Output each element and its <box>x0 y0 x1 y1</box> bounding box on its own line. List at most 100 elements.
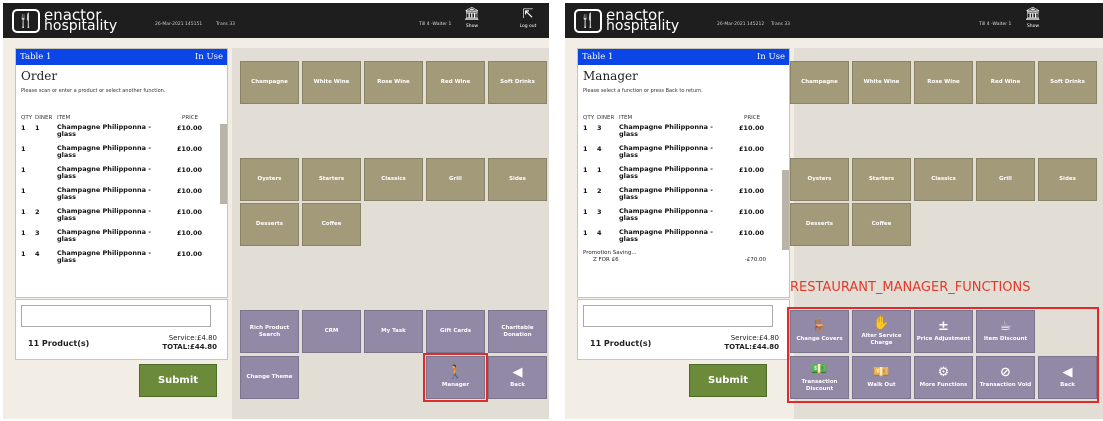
scan-input[interactable] <box>583 305 773 327</box>
totals-card: 11 Product(s) Service:£4.80 TOTAL:£44.80 <box>15 299 228 360</box>
list-item[interactable]: 1 2 Champagne Philipponna - glass £10.00 <box>16 208 227 229</box>
starters-button[interactable]: Starters <box>302 158 361 201</box>
gift-cards-button[interactable]: Gift Cards <box>426 310 485 353</box>
submit-button[interactable]: Submit <box>139 364 217 397</box>
list-item[interactable]: 1 4 Champagne Philipponna - glass £10.00 <box>16 250 227 271</box>
date-time: 26-Mar-2021 145212 <box>717 22 765 27</box>
list-item[interactable]: 1 Champagne Philipponna - glass £10.00 <box>16 166 227 187</box>
service-charge: Service:£4.80 <box>730 334 779 342</box>
coffee-button[interactable]: Coffee <box>302 203 361 246</box>
list-item[interactable]: 1 4 Champagne Philipponna - glass £10.00 <box>578 229 789 250</box>
list-item[interactable]: 1 Champagne Philipponna - glass £10.00 <box>16 187 227 208</box>
screenshot-root: 🍴 enactor hospitality 26-Mar-2021 145151… <box>0 0 1103 421</box>
date-time: 26-Mar-2021 145151 <box>155 22 203 27</box>
promotion-line: Promotion Saving... <box>578 250 789 257</box>
list-item[interactable]: 1 2 Champagne Philipponna - glass £10.00 <box>578 187 789 208</box>
highlight-manager-functions <box>787 307 1099 403</box>
oysters-button[interactable]: Oysters <box>790 158 849 201</box>
button-grid: Champagne White Wine Rose Wine Red Wine Soft… <box>787 48 1103 419</box>
list-item[interactable]: 1 3 Champagne Philipponna - glass £10.00 <box>16 229 227 250</box>
promo-value: -£70.00 <box>744 257 766 263</box>
submit-button[interactable]: Submit <box>689 364 767 397</box>
trans-number: Trans 33 <box>771 22 791 27</box>
restaurant-logo-icon: 🍴 <box>574 8 602 33</box>
list-item[interactable]: 1 3 Champagne Philipponna - glass £10.00 <box>578 208 789 229</box>
champagne-button[interactable]: Champagne <box>790 61 849 104</box>
red-wine-button[interactable]: Red Wine <box>976 61 1035 104</box>
list-item[interactable]: 1 1 Champagne Philipponna - glass £10.00 <box>578 166 789 187</box>
list-item[interactable]: 1 3 Champagne Philipponna - glass £10.00 <box>578 124 789 145</box>
promotion-line: Z FOR £6 -£70.00 <box>578 257 789 264</box>
soft-drinks-button[interactable]: Soft Drinks <box>1038 61 1097 104</box>
white-wine-button[interactable]: White Wine <box>302 61 361 104</box>
table-name: Table 1 <box>582 52 614 62</box>
back-arrow-icon: ◀ <box>512 365 523 380</box>
totals: Service:£4.80 TOTAL:£44.80 <box>162 334 217 352</box>
top-bar: 🍴 enactor hospitality 26-Mar-2021 145212… <box>565 3 1103 38</box>
show-button[interactable]: 🏛 Show <box>1022 7 1044 35</box>
prompt-message: Please scan or enter a product or select… <box>21 88 166 94</box>
soft-drinks-button[interactable]: Soft Drinks <box>488 61 547 104</box>
red-wine-button[interactable]: Red Wine <box>426 61 485 104</box>
brand-sub: hospitality <box>606 17 680 34</box>
brand-logo: 🍴 enactor hospitality <box>574 7 680 34</box>
table-header: Table 1 In Use <box>16 49 227 65</box>
order-card: Table 1 In Use Order Please scan or ente… <box>15 48 228 298</box>
grill-button[interactable]: Grill <box>426 158 485 201</box>
desserts-button[interactable]: Desserts <box>790 203 849 246</box>
classics-button[interactable]: Classics <box>364 158 423 201</box>
restaurant-logo-icon: 🍴 <box>12 8 40 33</box>
register-icon: 🏛 <box>463 7 481 22</box>
top-bar: 🍴 enactor hospitality 26-Mar-2021 145151… <box>3 3 549 38</box>
back-button[interactable]: ◀ Back <box>488 356 547 399</box>
change-theme-button[interactable]: Change Theme <box>240 356 299 399</box>
section-label: RESTAURANT_MANAGER_FUNCTIONS <box>790 280 1031 295</box>
rich-product-search-button[interactable]: Rich Product Search <box>240 310 299 353</box>
champagne-button[interactable]: Champagne <box>240 61 299 104</box>
totals: Service:£4.80 TOTAL:£44.80 <box>724 334 779 352</box>
total-amount: TOTAL:£44.80 <box>724 343 779 351</box>
desserts-button[interactable]: Desserts <box>240 203 299 246</box>
starters-button[interactable]: Starters <box>852 158 911 201</box>
sides-button[interactable]: Sides <box>1038 158 1097 201</box>
logout-icon: ⇱ <box>522 7 534 22</box>
brand-logo: 🍴 enactor hospitality <box>12 7 118 34</box>
classics-button[interactable]: Classics <box>914 158 973 201</box>
charitable-donation-button[interactable]: Charitable Donation <box>488 310 547 353</box>
list-scrollbar[interactable] <box>220 124 227 204</box>
order-card: Table 1 In Use Manager Please select a f… <box>577 48 790 298</box>
rose-wine-button[interactable]: Rose Wine <box>914 61 973 104</box>
totals-card: 11 Product(s) Service:£4.80 TOTAL:£44.80 <box>577 299 790 360</box>
my-task-button[interactable]: My Task <box>364 310 423 353</box>
prompt-message: Please select a function or press Back t… <box>583 88 703 94</box>
service-charge: Service:£4.80 <box>168 334 217 342</box>
table-status: In Use <box>756 52 785 62</box>
till-user: Till 4 -Waiter 1 <box>419 22 452 27</box>
white-wine-button[interactable]: White Wine <box>852 61 911 104</box>
product-count: 11 Product(s) <box>28 339 90 348</box>
list-header: QTY DINER ITEM PRICE <box>21 115 199 121</box>
scan-input[interactable] <box>21 305 211 327</box>
coffee-button[interactable]: Coffee <box>852 203 911 246</box>
rose-wine-button[interactable]: Rose Wine <box>364 61 423 104</box>
brand-sub: hospitality <box>44 17 118 34</box>
logout-button[interactable]: ⇱ Log out <box>517 7 539 35</box>
promo-name: Z FOR £6 <box>593 257 619 263</box>
oysters-button[interactable]: Oysters <box>240 158 299 201</box>
list-item[interactable]: 1 Champagne Philipponna - glass £10.00 <box>16 145 227 166</box>
register-icon: 🏛 <box>1024 7 1042 22</box>
list-item[interactable]: 1 1 Champagne Philipponna - glass £10.00 <box>16 124 227 145</box>
crm-button[interactable]: CRM <box>302 310 361 353</box>
total-amount: TOTAL:£44.80 <box>162 343 217 351</box>
order-screen: 🍴 enactor hospitality 26-Mar-2021 145151… <box>3 3 549 419</box>
sides-button[interactable]: Sides <box>488 158 547 201</box>
button-grid: Champagne White Wine Rose Wine Red Wine Soft… <box>232 48 549 419</box>
list-item[interactable]: 1 4 Champagne Philipponna - glass £10.00 <box>578 145 789 166</box>
table-header: Table 1 In Use <box>578 49 789 65</box>
item-list[interactable]: 1 1 Champagne Philipponna - glass £10.00 1 Ch… <box>16 124 227 284</box>
item-list[interactable]: 1 3 Champagne Philipponna - glass £10.00 1 4 C… <box>578 124 789 250</box>
show-button[interactable]: 🏛 Show <box>461 7 483 35</box>
grill-button[interactable]: Grill <box>976 158 1035 201</box>
list-scrollbar[interactable] <box>782 170 789 250</box>
list-header: QTY DINER ITEM PRICE <box>583 115 761 121</box>
